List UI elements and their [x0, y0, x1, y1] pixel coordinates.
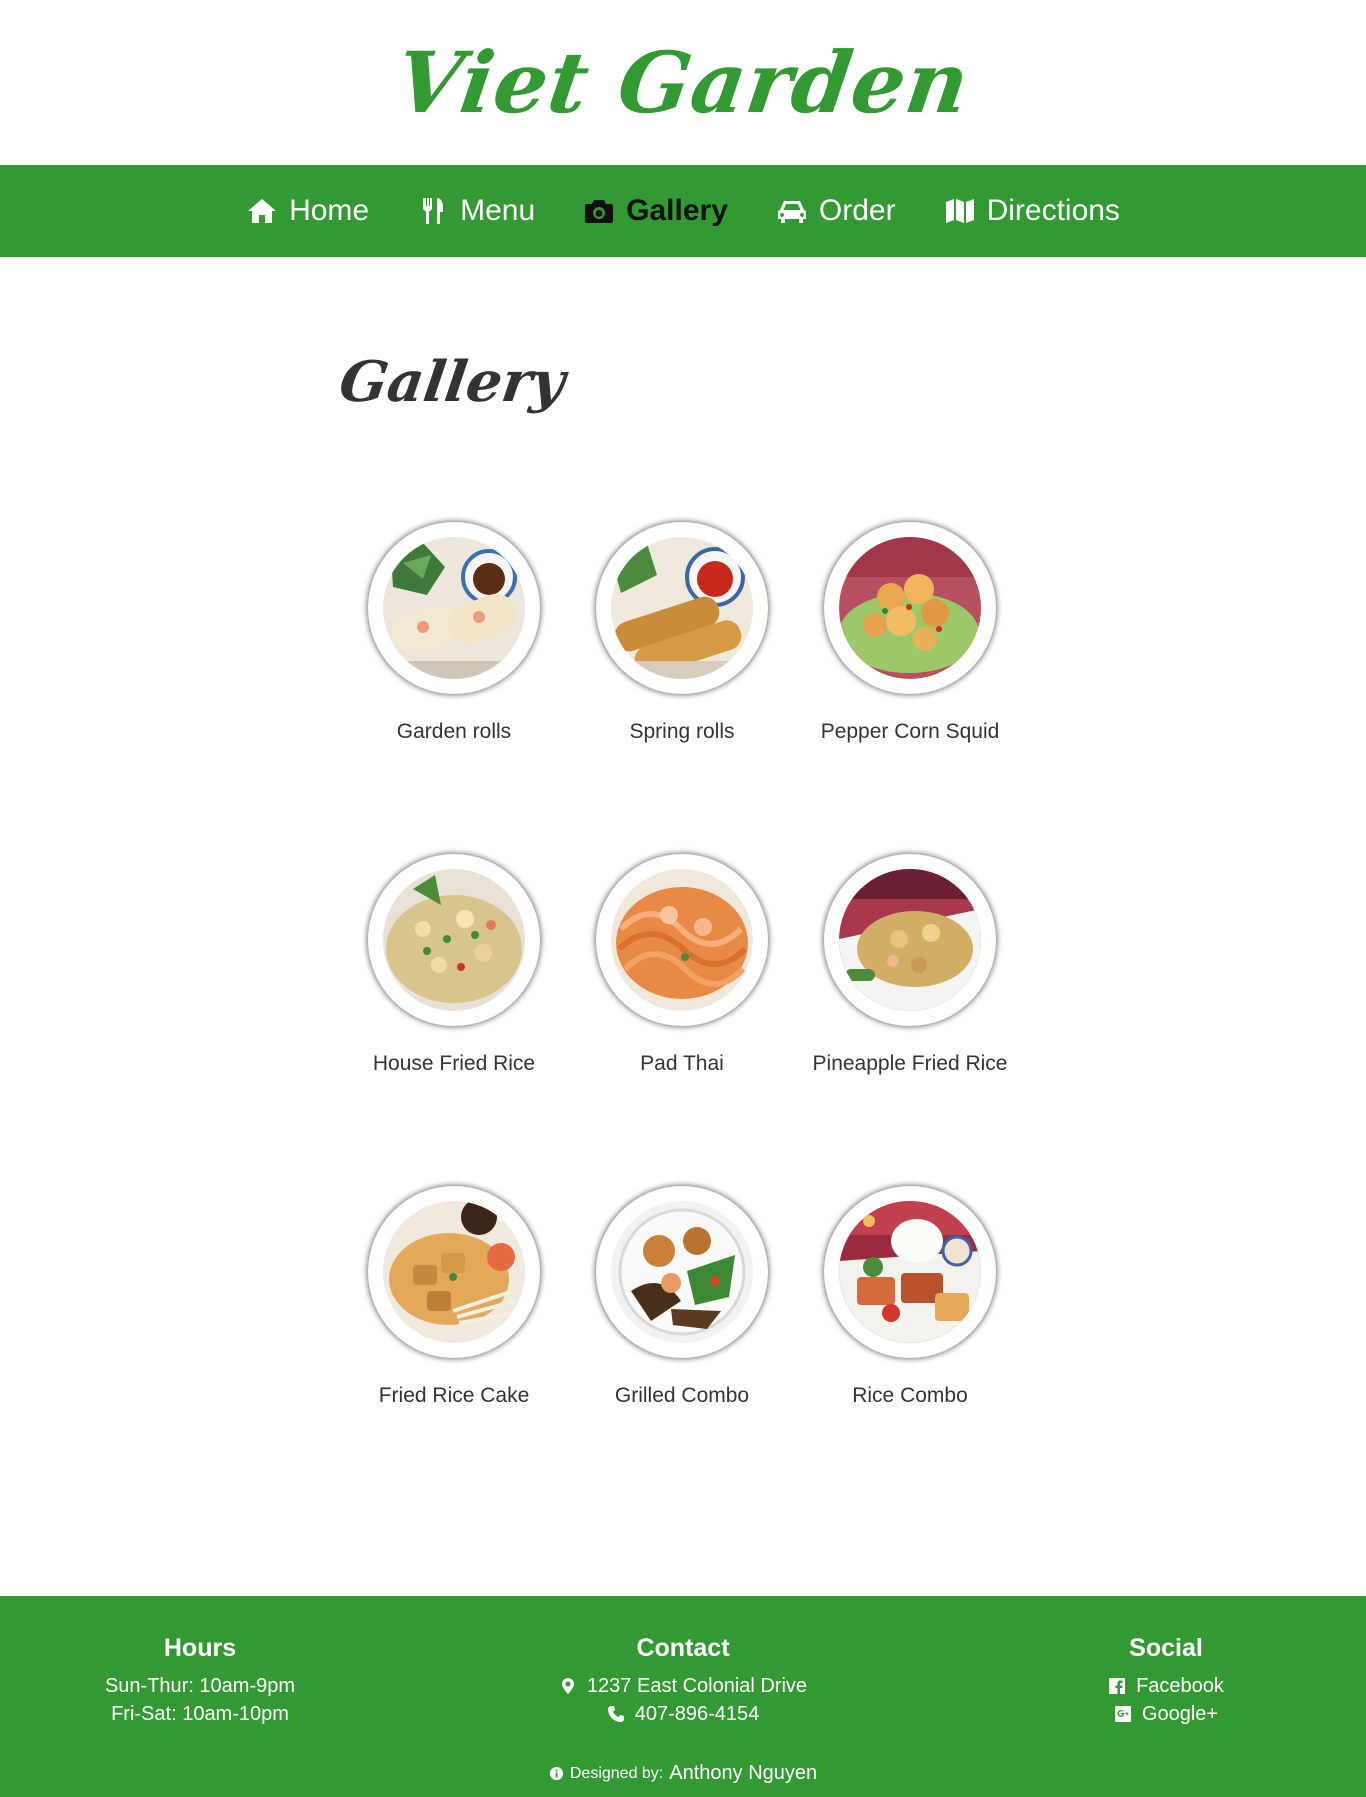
- hours-weekend: Fri-Sat: 10am-10pm: [111, 1703, 289, 1725]
- social-section: Social Facebook Google+: [966, 1634, 1366, 1728]
- phone-icon: [607, 1705, 625, 1723]
- gallery-caption: Fried Rice Cake: [378, 1384, 530, 1407]
- nav-gallery-label: Gallery: [626, 194, 728, 227]
- gallery-section: Gallery Garden rolls Spring rolls Pepper…: [0, 257, 1366, 1597]
- camera-icon: [583, 195, 615, 227]
- rice-combo-photo[interactable]: [839, 1201, 981, 1343]
- gallery-caption: Rice Combo: [852, 1384, 968, 1407]
- pepper-corn-squid-photo[interactable]: [839, 537, 981, 679]
- nav-menu[interactable]: Menu: [417, 194, 535, 228]
- gallery-grid: Garden rolls Spring rolls Pepper Corn Sq…: [340, 522, 1030, 1408]
- address-line: 1237 East Colonial Drive: [483, 1672, 883, 1700]
- gallery-item-grilled-combo[interactable]: Grilled Combo: [568, 1186, 796, 1408]
- gallery-caption: Spring rolls: [629, 720, 735, 743]
- google-plus-link[interactable]: Google+: [1142, 1700, 1218, 1728]
- photo-frame: [824, 522, 996, 694]
- nav-order[interactable]: Order: [776, 194, 896, 228]
- nav-order-label: Order: [818, 194, 896, 227]
- address-link[interactable]: 1237 East Colonial Drive: [587, 1672, 807, 1700]
- nav-directions[interactable]: Directions: [944, 194, 1120, 228]
- photo-frame: [368, 854, 540, 1026]
- gallery-caption: House Fried Rice: [372, 1052, 536, 1075]
- gallery-caption: Pineapple Fried Rice: [812, 1052, 1008, 1075]
- google-plus-icon: [1114, 1705, 1132, 1723]
- gallery-caption: Garden rolls: [396, 720, 512, 743]
- map-marker-icon: [559, 1677, 577, 1695]
- house-fried-rice-photo[interactable]: [383, 869, 525, 1011]
- info-icon: [549, 1766, 564, 1781]
- gallery-item-rice-combo[interactable]: Rice Combo: [796, 1186, 1024, 1408]
- google-line: Google+: [966, 1700, 1366, 1728]
- gallery-item-pad-thai[interactable]: Pad Thai: [568, 854, 796, 1076]
- site-footer: Hours Sun-Thur: 10am-9pm Fri-Sat: 10am-1…: [0, 1596, 1366, 1797]
- nav-home-label: Home: [289, 194, 370, 227]
- nav-menu-label: Menu: [460, 194, 536, 227]
- pineapple-fried-rice-photo[interactable]: [839, 869, 981, 1011]
- car-icon: [776, 195, 808, 227]
- gallery-item-garden-rolls[interactable]: Garden rolls: [340, 522, 568, 744]
- contact-title: Contact: [636, 1634, 730, 1662]
- page-title: Gallery: [335, 349, 569, 415]
- facebook-line: Facebook: [966, 1672, 1366, 1700]
- phone-line: 407-896-4154: [483, 1700, 883, 1728]
- designer-name: Anthony Nguyen: [669, 1762, 818, 1784]
- home-icon: [246, 195, 278, 227]
- site-header: Viet Garden: [0, 0, 1366, 165]
- nav-gallery[interactable]: Gallery: [583, 194, 728, 228]
- photo-frame: [824, 1186, 996, 1358]
- gallery-caption: Grilled Combo: [614, 1384, 750, 1407]
- nav-directions-label: Directions: [986, 194, 1120, 227]
- facebook-icon: [1108, 1677, 1126, 1695]
- gallery-caption: Pad Thai: [640, 1052, 724, 1075]
- gallery-item-pepper-corn-squid[interactable]: Pepper Corn Squid: [796, 522, 1024, 744]
- nav-home[interactable]: Home: [246, 194, 369, 228]
- photo-frame: [596, 854, 768, 1026]
- map-icon: [944, 195, 976, 227]
- photo-frame: [368, 522, 540, 694]
- photo-frame: [824, 854, 996, 1026]
- photo-frame: [596, 1186, 768, 1358]
- site-logo-title[interactable]: Viet Garden: [390, 33, 976, 132]
- gallery-item-pineapple-fried-rice[interactable]: Pineapple Fried Rice: [796, 854, 1024, 1076]
- grilled-combo-photo[interactable]: [611, 1201, 753, 1343]
- gallery-item-spring-rolls[interactable]: Spring rolls: [568, 522, 796, 744]
- facebook-link[interactable]: Facebook: [1136, 1672, 1224, 1700]
- utensils-icon: [417, 195, 449, 227]
- social-title: Social: [1129, 1634, 1203, 1662]
- photo-frame: [596, 522, 768, 694]
- contact-section: Contact 1237 East Colonial Drive 407-896…: [483, 1634, 883, 1728]
- hours-section: Hours Sun-Thur: 10am-9pm Fri-Sat: 10am-1…: [0, 1634, 400, 1728]
- main-nav: Home Menu Gallery Order Directions: [0, 165, 1366, 257]
- designer-credit: Designed by: Anthony Nguyen: [0, 1762, 1366, 1785]
- gallery-item-fried-rice-cake[interactable]: Fried Rice Cake: [340, 1186, 568, 1408]
- gallery-item-house-fried-rice[interactable]: House Fried Rice: [340, 854, 568, 1076]
- gallery-caption: Pepper Corn Squid: [820, 720, 1000, 743]
- spring-rolls-photo[interactable]: [611, 537, 753, 679]
- hours-title: Hours: [163, 1634, 237, 1662]
- photo-frame: [368, 1186, 540, 1358]
- hours-weekday: Sun-Thur: 10am-9pm: [104, 1675, 296, 1697]
- phone-link[interactable]: 407-896-4154: [635, 1700, 760, 1728]
- fried-rice-cake-photo[interactable]: [383, 1201, 525, 1343]
- credit-prefix: Designed by:: [569, 1764, 664, 1782]
- pad-thai-photo[interactable]: [611, 869, 753, 1011]
- garden-rolls-photo[interactable]: [383, 537, 525, 679]
